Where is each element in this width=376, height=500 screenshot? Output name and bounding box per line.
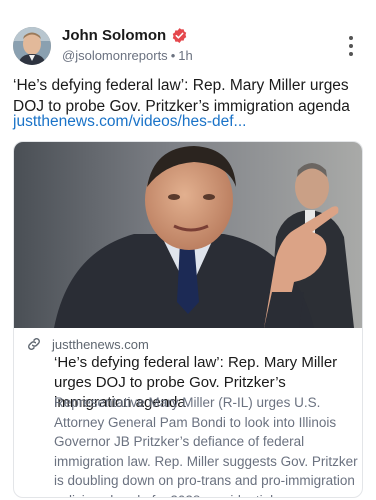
author-handle[interactable]: @jsolomonreports: [62, 48, 168, 63]
card-domain-row: justthenews.com: [26, 336, 149, 352]
author-name-text[interactable]: John Solomon: [62, 27, 166, 44]
link-preview-card[interactable]: justthenews.com ‘He’s defying federal la…: [13, 141, 363, 498]
author-name[interactable]: John Solomon: [62, 27, 188, 44]
post-timestamp[interactable]: 1h: [178, 48, 192, 63]
social-post: John Solomon @jsolomonreports • 1h ‘He’s d…: [0, 0, 376, 500]
verified-badge-icon: [171, 27, 188, 44]
more-vertical-icon: [349, 52, 353, 56]
more-options-button[interactable]: [344, 36, 358, 56]
card-domain: justthenews.com: [52, 336, 149, 352]
link-icon: [26, 336, 42, 352]
meta-separator: •: [170, 48, 176, 63]
link-preview-image[interactable]: [14, 142, 362, 328]
more-vertical-icon: [349, 36, 353, 40]
post-meta: @jsolomonreports • 1h: [62, 48, 193, 63]
post-link[interactable]: justthenews.com/videos/hes-def...: [13, 111, 246, 132]
card-description: Representative Mary Miller (R-IL) urges …: [54, 395, 358, 497]
more-vertical-icon: [349, 44, 353, 48]
author-avatar[interactable]: [13, 27, 51, 65]
